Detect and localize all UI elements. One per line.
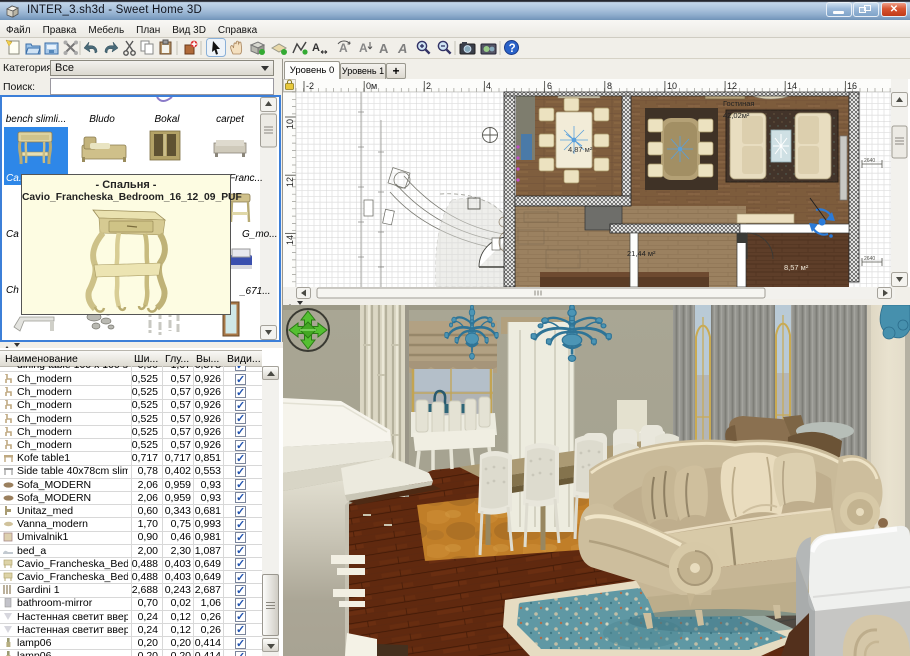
svg-text:A: A [379, 41, 389, 56]
svg-text:4: 4 [486, 81, 491, 91]
svg-text:8: 8 [607, 81, 612, 91]
svg-text:A: A [312, 42, 320, 54]
svg-text:21,44 м²: 21,44 м² [627, 249, 656, 258]
svg-text:A: A [397, 41, 407, 56]
svg-text:-2: -2 [306, 81, 314, 91]
svg-text:A: A [359, 41, 368, 55]
svg-text:2640: 2640 [864, 256, 875, 262]
svg-text:4,87 м²: 4,87 м² [568, 145, 593, 154]
svg-text:42,02м²: 42,02м² [723, 111, 750, 120]
svg-text:6: 6 [547, 81, 552, 91]
svg-text:14: 14 [285, 235, 295, 245]
svg-text:0м: 0м [366, 81, 377, 91]
svg-text:10: 10 [285, 119, 295, 129]
svg-text:10: 10 [667, 81, 677, 91]
svg-text:2: 2 [426, 81, 431, 91]
svg-text:16: 16 [847, 81, 857, 91]
svg-text:Гостиная: Гостиная [723, 99, 754, 108]
svg-text:12: 12 [727, 81, 737, 91]
svg-text:A: A [339, 41, 348, 55]
svg-text:12: 12 [285, 177, 295, 187]
svg-text:2640: 2640 [864, 158, 875, 164]
svg-text:?: ? [509, 43, 516, 55]
svg-text:14: 14 [787, 81, 797, 91]
svg-text:8,57 м²: 8,57 м² [784, 263, 809, 272]
